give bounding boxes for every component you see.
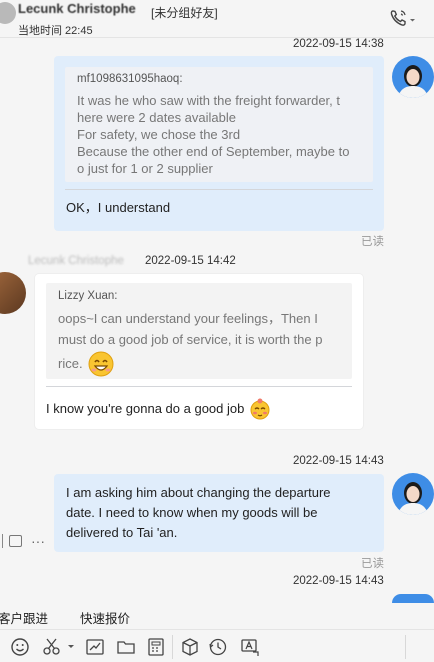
contact-group-label: [未分组好友]: [151, 6, 218, 20]
customer-follow-up-link[interactable]: 客户跟进: [0, 608, 48, 627]
quote-line: rice.: [58, 356, 83, 372]
message-timestamp: 2022-09-15 14:43: [293, 455, 384, 467]
message-bubble-incoming[interactable]: Lizzy Xuan: oops~I can understand your f…: [35, 274, 363, 429]
message-bubble-outgoing[interactable]: mf1098631095haoq: It was he who saw with…: [54, 56, 384, 231]
translate-icon[interactable]: [9, 535, 22, 547]
toolbar-divider: [172, 635, 173, 659]
history-icon[interactable]: [208, 637, 228, 657]
calculator-icon[interactable]: [146, 637, 166, 657]
quote-line: must do a good job of service, it is wor…: [58, 332, 323, 347]
chat-header: Lecunk Christophe [未分组好友] 当地时间 22:45: [0, 0, 434, 38]
input-toolbar: [0, 631, 434, 662]
quote-line: oops~I can understand your feelings，Then…: [58, 311, 318, 326]
message-text: I know you're gonna do a good job: [46, 401, 245, 417]
contact-avatar[interactable]: [0, 272, 26, 314]
my-avatar[interactable]: [392, 594, 434, 603]
contact-avatar[interactable]: [0, 2, 16, 24]
message-text: OK，I understand: [66, 200, 171, 215]
more-options-icon[interactable]: ···: [31, 534, 45, 548]
message-timestamp: 2022-09-15 14:42: [145, 255, 236, 267]
local-time: 当地时间 22:45: [18, 25, 93, 37]
message-timestamp: 2022-09-15 14:38: [293, 38, 384, 50]
phone-call-icon[interactable]: [390, 9, 416, 27]
chart-icon[interactable]: [85, 637, 105, 657]
quote-author: mf1098631095haoq:: [77, 73, 183, 85]
message-timestamp: 2022-09-15 14:43: [293, 575, 384, 587]
quote-line: here were 2 dates available: [77, 110, 236, 125]
scissors-icon[interactable]: [42, 637, 76, 657]
translate-icon[interactable]: [240, 637, 260, 657]
contact-name[interactable]: Lecunk Christophe: [18, 1, 136, 16]
quote-line: o just for 1 or 2 supplier: [77, 161, 213, 176]
message-bubble-outgoing[interactable]: I am asking him about changing the depar…: [54, 474, 384, 552]
message-line: date. I need to know when my goods will …: [66, 505, 318, 520]
read-status: 已读: [361, 236, 384, 248]
grinning-emoji-icon: [87, 350, 115, 378]
shy-emoji-icon: [249, 398, 271, 420]
my-avatar[interactable]: [392, 56, 434, 98]
folder-icon[interactable]: [116, 637, 136, 657]
message-actions: ···: [0, 534, 50, 550]
quote-line: Because the other end of September, mayb…: [77, 144, 350, 159]
message-line: delivered to Tai 'an.: [66, 525, 178, 540]
quoted-message[interactable]: Lizzy Xuan: oops~I can understand your f…: [46, 283, 352, 379]
edge-icon[interactable]: [0, 534, 3, 548]
quote-line: It was he who saw with the freight forwa…: [77, 93, 341, 108]
quote-author: Lizzy Xuan:: [58, 290, 118, 302]
quoted-message[interactable]: mf1098631095haoq: It was he who saw with…: [65, 67, 373, 182]
my-avatar[interactable]: [392, 473, 434, 515]
toolbar-divider: [405, 635, 406, 659]
emoji-icon[interactable]: [10, 637, 30, 657]
quote-divider: [46, 386, 352, 387]
read-status: 已读: [361, 558, 384, 570]
sender-name: Lecunk Christophe: [28, 255, 124, 267]
message-line: I am asking him about changing the depar…: [66, 485, 331, 500]
quote-divider: [65, 189, 373, 190]
quick-actions-bar: 客户跟进 快速报价: [0, 603, 434, 630]
quote-line: For safety, we chose the 3rd: [77, 127, 241, 142]
box-icon[interactable]: [180, 637, 200, 657]
quick-quote-link[interactable]: 快速报价: [80, 608, 130, 627]
